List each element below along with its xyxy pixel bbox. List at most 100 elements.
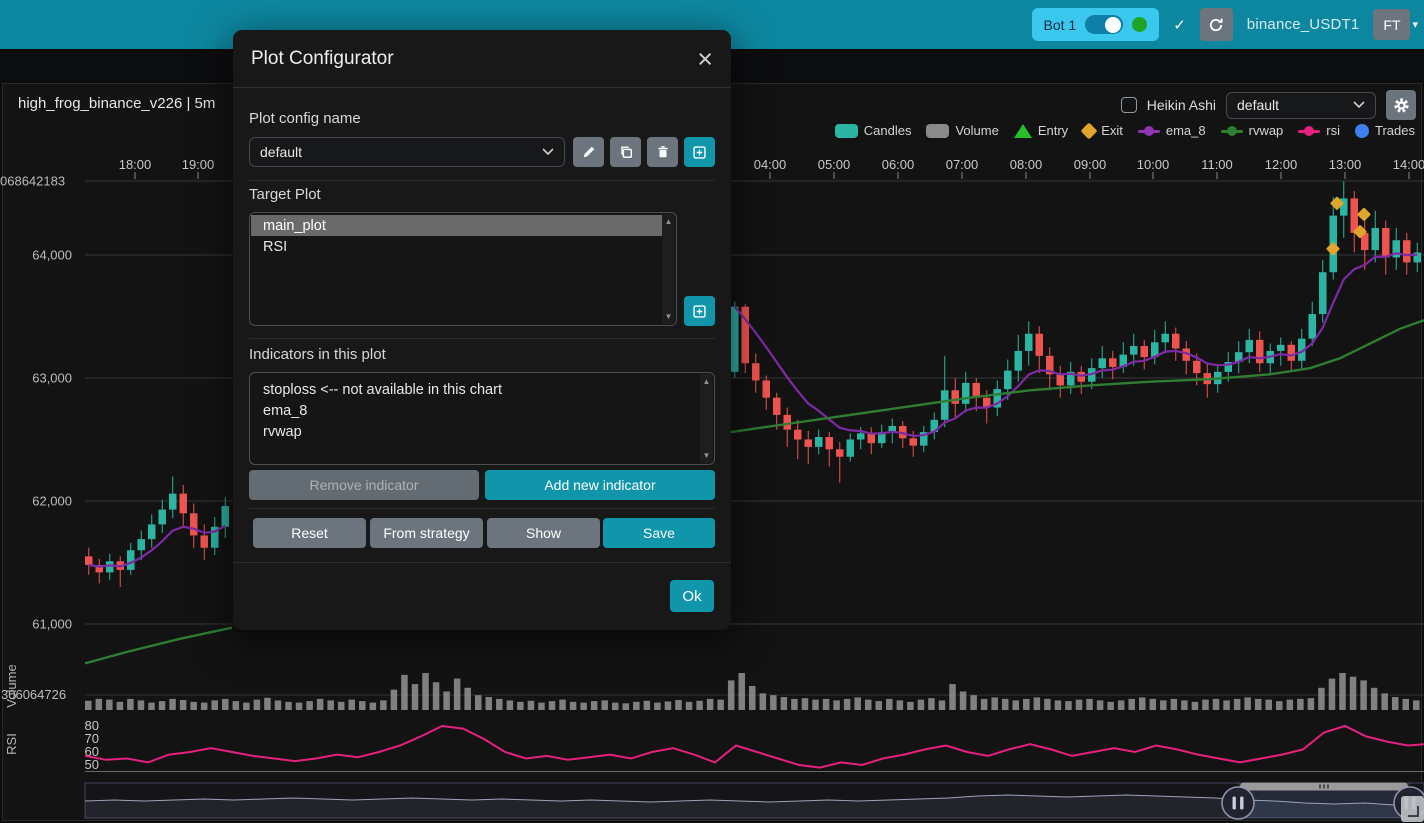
target-plot-label: Target Plot — [249, 186, 321, 203]
heikin-ashi-checkbox[interactable] — [1121, 97, 1137, 113]
refresh-icon — [1208, 17, 1224, 33]
rvwap-legend-icon — [1221, 124, 1243, 138]
plot-config-select-value: default — [1237, 97, 1279, 113]
y-axis-label: 63,000 — [32, 371, 72, 386]
plus-square-icon — [692, 304, 707, 319]
target-plot-option[interactable]: main_plot — [251, 215, 662, 236]
save-button[interactable]: Save — [603, 518, 715, 548]
plot-configurator-modal: Plot Configurator × Plot config name def… — [233, 30, 731, 630]
rsi-axis-title: RSI — [4, 733, 19, 755]
legend-label: rsi — [1326, 123, 1340, 138]
legend-item-ema_8[interactable]: ema_8 — [1138, 123, 1206, 138]
volume-legend-icon — [926, 124, 949, 138]
add-subplot-button[interactable] — [684, 296, 715, 326]
legend-label: ema_8 — [1166, 123, 1206, 138]
y-axis-label: 64,000 — [32, 248, 72, 263]
from-strategy-button[interactable]: From strategy — [370, 518, 483, 548]
time-axis-label: 07:00 — [946, 157, 979, 172]
time-axis-label: 11:00 — [1201, 157, 1233, 172]
bot-name-label: Bot 1 — [1044, 17, 1077, 33]
chevron-down-icon — [542, 148, 554, 156]
show-button[interactable]: Show — [487, 518, 600, 548]
scrollbar[interactable]: ▲ ▼ — [700, 374, 713, 463]
delete-config-button[interactable] — [647, 137, 678, 167]
legend-item-rvwap[interactable]: rvwap — [1221, 123, 1284, 138]
target-plot-list[interactable]: main_plotRSI ▲ ▼ — [249, 212, 677, 326]
modal-header: Plot Configurator × — [233, 30, 731, 88]
indicators-list[interactable]: stoploss <-- not available in this chart… — [249, 372, 715, 465]
legend-label: Candles — [864, 123, 912, 138]
ema8-line — [735, 253, 1418, 436]
time-axis-label: 18:00 — [119, 157, 152, 172]
indicator-option[interactable]: ema_8 — [251, 400, 700, 421]
scroll-down-icon[interactable]: ▼ — [665, 312, 673, 321]
rename-config-button[interactable] — [573, 137, 604, 167]
duplicate-config-button[interactable] — [610, 137, 641, 167]
refresh-button[interactable] — [1200, 8, 1233, 41]
legend-item-candles[interactable]: Candles — [835, 123, 912, 138]
rsi-legend-icon — [1298, 124, 1320, 138]
scrollbar[interactable]: ▲ ▼ — [662, 214, 675, 324]
exit-marker — [1326, 242, 1340, 256]
time-axis-label: 05:00 — [818, 157, 851, 172]
time-axis-label: 08:00 — [1010, 157, 1043, 172]
time-axis-label: 06:00 — [882, 157, 915, 172]
modal-title: Plot Configurator — [251, 48, 394, 70]
volume-axis-title: Volume — [4, 664, 19, 707]
target-plot-option[interactable]: RSI — [251, 236, 662, 257]
add-config-button[interactable] — [684, 137, 715, 167]
chevron-down-icon — [1353, 101, 1365, 109]
gear-icon — [1393, 97, 1410, 114]
remove-indicator-button[interactable]: Remove indicator — [249, 470, 479, 500]
legend-item-volume[interactable]: Volume — [926, 123, 998, 138]
config-name-label: Plot config name — [249, 110, 361, 127]
trades-legend-icon — [1355, 124, 1369, 138]
scroll-up-icon[interactable]: ▲ — [665, 217, 673, 226]
time-axis-label: 14:00 — [1393, 157, 1424, 172]
scroll-down-icon[interactable]: ▼ — [703, 451, 711, 460]
close-icon[interactable]: × — [697, 49, 713, 69]
rsi-line — [85, 726, 1424, 768]
legend-label: rvwap — [1249, 123, 1284, 138]
candles-legend-icon — [835, 124, 858, 138]
datazoom-left-handle[interactable] — [1222, 787, 1254, 819]
legend-label: Volume — [955, 123, 998, 138]
legend-label: Trades — [1375, 123, 1415, 138]
bot-selector[interactable]: Bot 1 — [1032, 8, 1160, 41]
add-new-indicator-button[interactable]: Add new indicator — [485, 470, 715, 500]
time-axis-label: 13:00 — [1329, 157, 1362, 172]
indicator-option[interactable]: rvwap — [251, 421, 700, 442]
y-axis-label: 068642183 — [0, 174, 65, 189]
ok-button[interactable]: Ok — [670, 580, 714, 612]
resize-handle[interactable] — [1401, 796, 1424, 822]
legend-item-trades[interactable]: Trades — [1355, 123, 1415, 138]
plot-settings-button[interactable] — [1386, 90, 1416, 120]
y-axis-label: 62,000 — [32, 494, 72, 509]
scroll-up-icon[interactable]: ▲ — [703, 377, 711, 386]
time-axis-label: 04:00 — [754, 157, 787, 172]
legend-item-rsi[interactable]: rsi — [1298, 123, 1340, 138]
config-name-select[interactable]: default — [249, 137, 565, 167]
user-menu-button[interactable]: FT — [1373, 9, 1410, 40]
time-axis-label: 12:00 — [1265, 157, 1298, 172]
ema_8-legend-icon — [1138, 124, 1160, 138]
legend-item-exit[interactable]: Exit — [1083, 123, 1123, 138]
indicator-option[interactable]: stoploss <-- not available in this chart — [251, 379, 700, 400]
time-axis-label: 10:00 — [1137, 157, 1170, 172]
indicators-label: Indicators in this plot — [249, 346, 386, 363]
pencil-icon — [582, 145, 596, 159]
legend-item-entry[interactable]: Entry — [1014, 123, 1068, 138]
y-axis-label: 61,000 — [32, 617, 72, 632]
legend-label: Entry — [1038, 123, 1068, 138]
heikin-ashi-label: Heikin Ashi — [1147, 97, 1216, 113]
chart-title: high_frog_binance_v226 | 5m — [18, 95, 215, 112]
reset-button[interactable]: Reset — [253, 518, 366, 548]
chart-header-controls: Heikin Ashi default — [1121, 90, 1416, 120]
legend-label: Exit — [1101, 123, 1123, 138]
bot-toggle[interactable] — [1085, 15, 1123, 34]
bot-online-indicator — [1132, 17, 1147, 32]
exit-legend-icon — [1081, 122, 1098, 139]
entry-legend-icon — [1014, 124, 1032, 138]
copy-icon — [619, 145, 633, 159]
plot-config-select[interactable]: default — [1226, 92, 1376, 119]
